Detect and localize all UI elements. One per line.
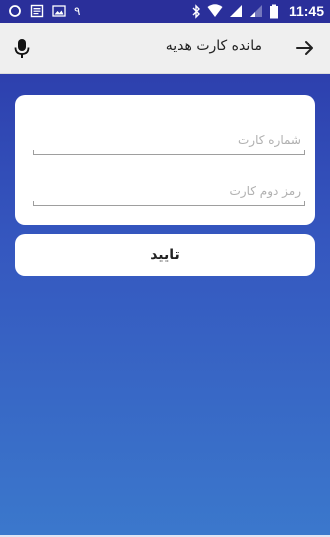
arrow-right-icon[interactable] [294,37,316,59]
microphone-icon[interactable] [12,38,32,58]
second-password-input[interactable] [33,179,305,203]
battery-icon [269,4,279,19]
second-password-field [33,179,305,206]
confirm-button[interactable]: تایید [15,234,315,276]
news-icon [30,4,44,18]
status-bar: ۹ 11:45 [0,0,330,23]
card-number-input[interactable] [33,128,305,152]
card-number-field [33,128,305,155]
status-time: 11:45 [288,3,324,19]
image-icon [52,4,66,18]
status-left: ۹ [8,4,80,18]
screen: ۹ 11:45 مانده کارت هدیه شماره کارت تایید [0,0,330,537]
signal-icon [229,4,243,18]
circle-sync-icon [8,4,22,18]
notification-digit: ۹ [74,4,81,18]
bluetooth-icon [191,3,201,19]
status-right: 11:45 [191,3,324,19]
app-bar: مانده کارت هدیه [0,23,330,74]
wifi-icon [207,4,223,18]
signal-empty-icon [249,4,263,18]
page-title: مانده کارت هدیه [165,38,262,54]
form-card [15,95,315,225]
